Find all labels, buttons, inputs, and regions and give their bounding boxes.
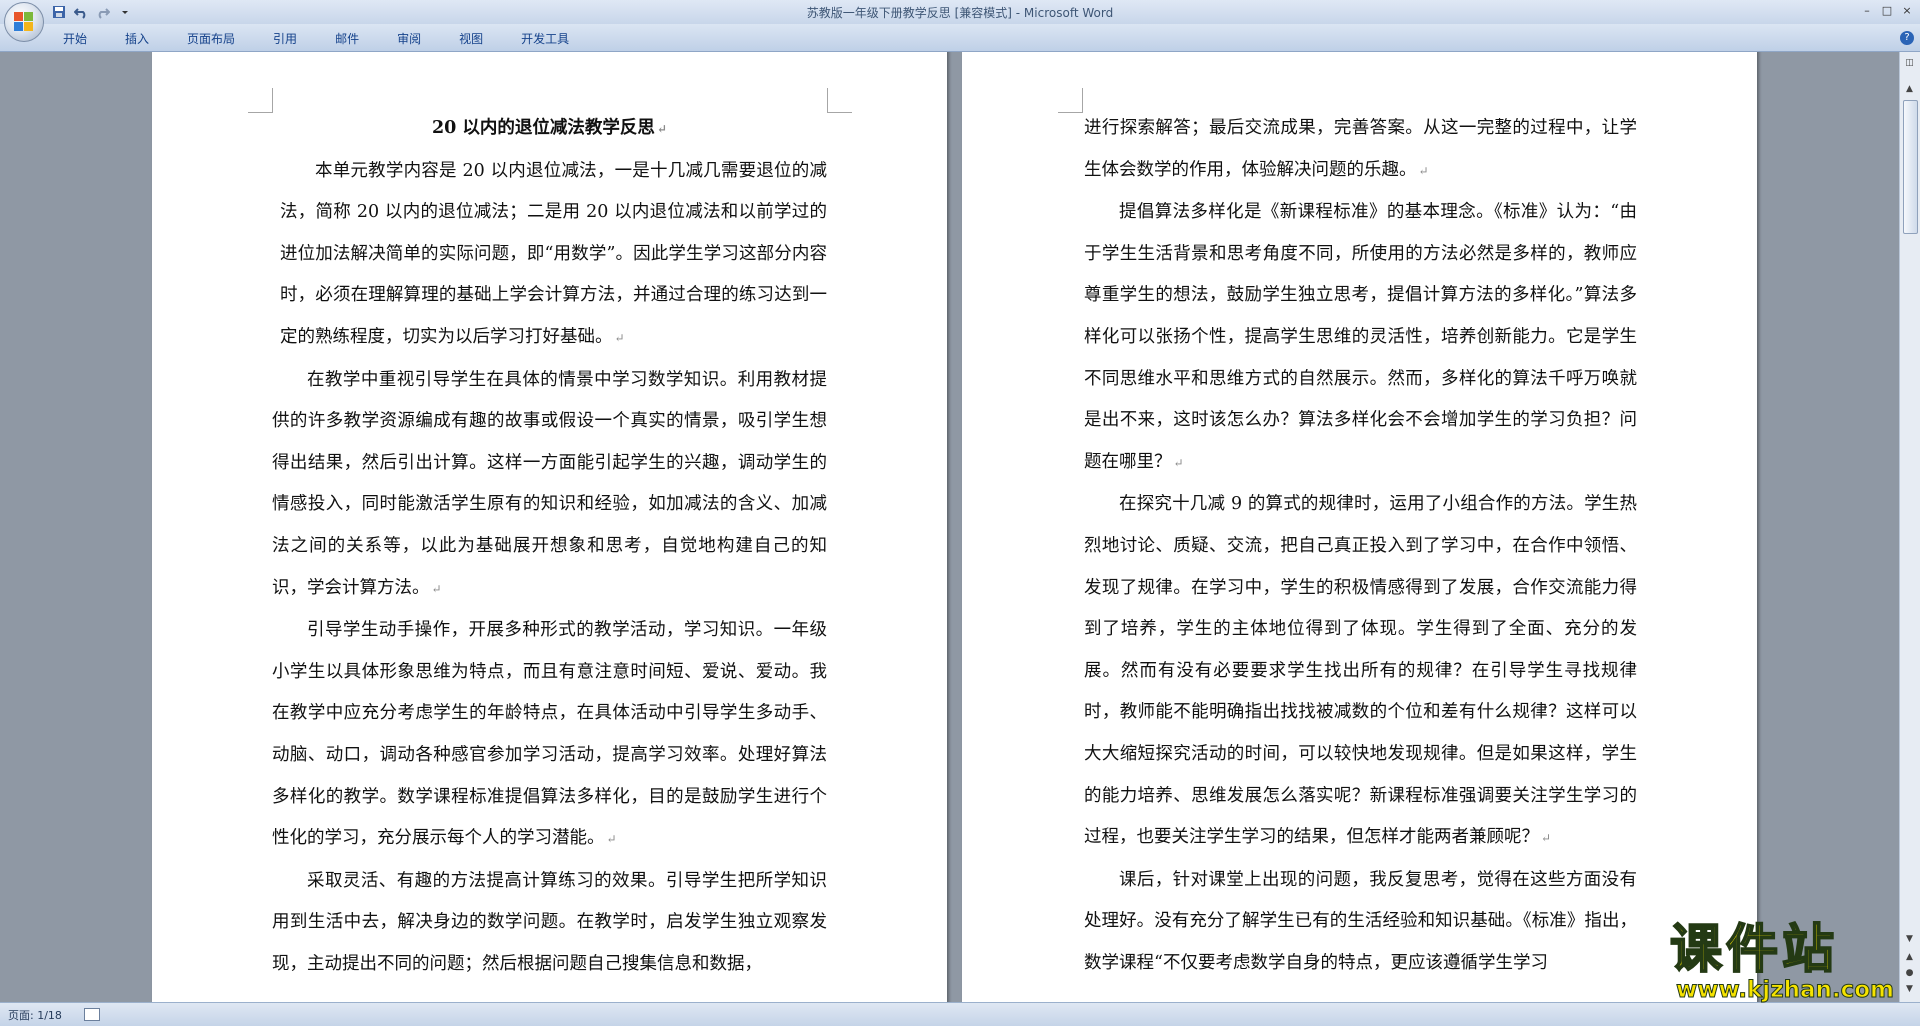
maximize-button[interactable]: □ xyxy=(1878,2,1896,18)
paragraph-mark: ↵ xyxy=(1541,831,1552,846)
paragraph: 在教学中重视引导学生在具体的情景中学习数学知识。利用教材提供的许多教学资源编成有… xyxy=(272,369,827,598)
document-area[interactable]: 20 以内的退位减法教学反思 ↵ 本单元教学内容是 20 以内退位减法，一是十几减… xyxy=(0,52,1900,1002)
watermark-text: 课件站 xyxy=(1669,920,1839,980)
paragraph: 进行探索解答；最后交流成果，完善答案。从这一完整的过程中，让学生体会数学的作用，… xyxy=(1084,118,1637,180)
tab-developer[interactable]: 开发工具 xyxy=(508,29,582,48)
right-page-text: 进行探索解答；最后交流成果，完善答案。从这一完整的过程中，让学生体会数学的作用，… xyxy=(1084,108,1637,984)
crop-mark xyxy=(1058,88,1083,113)
scroll-up-icon[interactable]: ▲ xyxy=(1903,82,1916,96)
crop-mark xyxy=(248,88,273,113)
proofing-status-icon[interactable] xyxy=(84,1008,100,1021)
paragraph: 提倡算法多样化是《新课程标准》的基本理念。《标准》认为：“由于学生生活背景和思考… xyxy=(1084,202,1637,472)
window-title: 苏教版一年级下册教学反思 [兼容模式] - Microsoft Word xyxy=(806,6,1114,20)
tab-view[interactable]: 视图 xyxy=(446,29,496,48)
paragraph-mark: ↵ xyxy=(1173,455,1184,470)
save-icon[interactable] xyxy=(50,3,68,21)
customize-icon[interactable] xyxy=(116,3,134,21)
watermark-url: www.kjzhan.com xyxy=(1676,977,1895,1003)
previous-page-icon[interactable]: ▲ xyxy=(1903,950,1916,964)
scrollbar-thumb[interactable] xyxy=(1903,100,1918,234)
ruler-toggle-icon[interactable]: ◫ xyxy=(1903,56,1916,70)
tab-home[interactable]: 开始 xyxy=(50,29,100,48)
minimize-button[interactable]: – xyxy=(1858,2,1876,18)
scroll-down-icon[interactable]: ▼ xyxy=(1903,932,1916,946)
paragraph-mark: ↵ xyxy=(614,330,625,345)
site-watermark: 课件站 www.kjzhan.com xyxy=(1669,920,1895,1003)
paragraph: 课后，针对课堂上出现的问题，我反复思考，觉得在这些方面没有处理好。没有充分了解学… xyxy=(1084,869,1637,973)
left-page-text: 20 以内的退位减法教学反思 ↵ 本单元教学内容是 20 以内退位减法，一是十几减… xyxy=(272,108,827,985)
paragraph-mark: ↵ xyxy=(1418,163,1429,178)
redo-icon[interactable] xyxy=(94,3,112,21)
paragraph-mark: ↵ xyxy=(606,832,617,847)
vertical-scrollbar[interactable]: ◫ ▲ ▼ ▲ ● ▼ xyxy=(1899,52,1920,1002)
ribbon-tab-bar: 开始 插入 页面布局 引用 邮件 审阅 视图 开发工具 ? xyxy=(0,24,1920,52)
quick-access-toolbar xyxy=(50,3,134,21)
page-indicator[interactable]: 页面: 1/18 xyxy=(8,1007,62,1023)
document-page-left[interactable]: 20 以内的退位减法教学反思 ↵ 本单元教学内容是 20 以内退位减法，一是十几减… xyxy=(152,52,947,1002)
paragraph-mark: ↵ xyxy=(656,122,667,136)
office-logo-icon xyxy=(14,12,34,32)
crop-mark xyxy=(827,88,852,113)
help-icon[interactable]: ? xyxy=(1900,31,1914,45)
select-browse-object-icon[interactable]: ● xyxy=(1903,966,1916,980)
undo-icon[interactable] xyxy=(72,3,90,21)
paragraph: 本单元教学内容是 20 以内退位减法，一是十几减几需要退位的减法，简称 20 以… xyxy=(280,160,827,347)
paragraph: 引导学生动手操作，开展多种形式的教学活动，学习知识。一年级小学生以具体形象思维为… xyxy=(272,620,827,849)
tab-page-layout[interactable]: 页面布局 xyxy=(174,29,248,48)
next-page-icon[interactable]: ▼ xyxy=(1903,982,1916,996)
paragraph: 采取灵活、有趣的方法提高计算练习的效果。引导学生把所学知识用到生活中去，解决身边… xyxy=(272,870,827,974)
tab-insert[interactable]: 插入 xyxy=(112,29,162,48)
title-bar: 苏教版一年级下册教学反思 [兼容模式] - Microsoft Word – □… xyxy=(0,0,1920,42)
document-page-right[interactable]: 进行探索解答；最后交流成果，完善答案。从这一完整的过程中，让学生体会数学的作用，… xyxy=(962,52,1757,1002)
document-title: 20 以内的退位减法教学反思 ↵ xyxy=(431,118,667,138)
paragraph-mark: ↵ xyxy=(431,581,442,596)
tab-mailings[interactable]: 邮件 xyxy=(322,29,372,48)
office-button[interactable] xyxy=(4,2,44,42)
ribbon-tabs: 开始 插入 页面布局 引用 邮件 审阅 视图 开发工具 xyxy=(50,29,594,48)
tab-review[interactable]: 审阅 xyxy=(384,29,434,48)
tab-references[interactable]: 引用 xyxy=(260,29,310,48)
paragraph: 在探究十几减 9 的算式的规律时，运用了小组合作的方法。学生热烈地讨论、质疑、交… xyxy=(1084,494,1637,848)
status-bar: 页面: 1/18 xyxy=(0,1002,1920,1026)
window-controls: – □ × xyxy=(1858,2,1916,18)
close-button[interactable]: × xyxy=(1898,2,1916,18)
